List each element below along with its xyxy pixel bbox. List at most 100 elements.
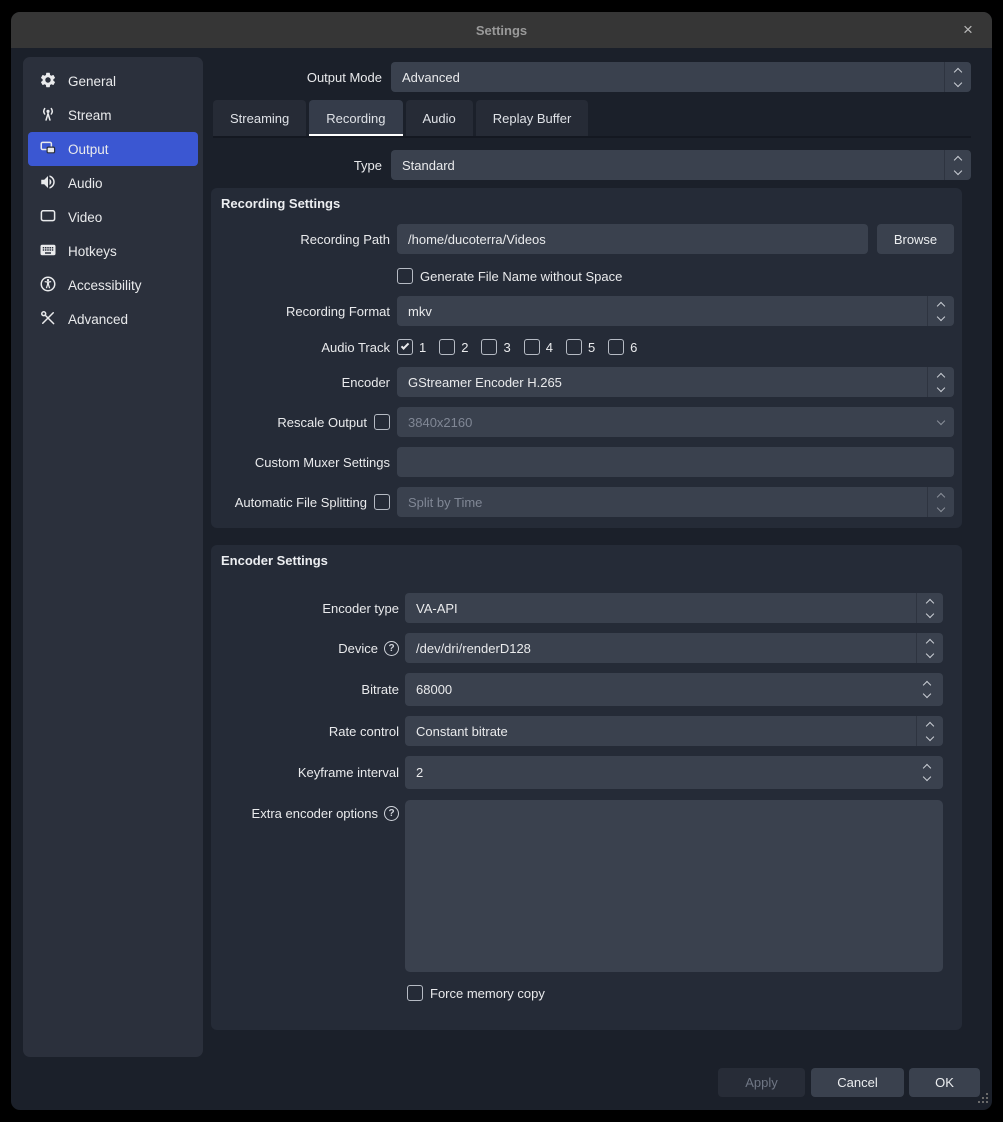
output-mode-select[interactable]: Advanced: [391, 62, 971, 92]
sidebar-item-video[interactable]: Video: [28, 200, 198, 234]
sidebar-item-output[interactable]: Output: [28, 132, 198, 166]
extra-options-textarea[interactable]: [405, 800, 943, 972]
recording-format-select[interactable]: mkv: [397, 296, 954, 326]
keyframe-interval-label: Keyframe interval: [211, 765, 399, 780]
display-icon: [39, 207, 57, 228]
split-mode-select[interactable]: Split by Time: [397, 487, 954, 517]
rescale-output-labelbox: Rescale Output: [211, 414, 390, 430]
rescale-resolution-select[interactable]: 3840x2160: [397, 407, 954, 437]
type-value: Standard: [391, 158, 455, 173]
audio-track-4-checkbox[interactable]: [524, 339, 540, 355]
rate-control-row: Rate control Constant bitrate: [211, 716, 943, 746]
spinner-arrows-icon[interactable]: [944, 62, 971, 92]
bitrate-row: Bitrate: [211, 673, 943, 706]
audio-track-1-checkbox[interactable]: [397, 339, 413, 355]
device-value: /dev/dri/renderD128: [405, 641, 531, 656]
accessibility-icon: [39, 275, 57, 296]
sidebar-item-hotkeys[interactable]: Hotkeys: [28, 234, 198, 268]
close-icon[interactable]: ×: [958, 20, 978, 40]
audio-track-3-checkbox[interactable]: [481, 339, 497, 355]
audio-track-2-checkbox[interactable]: [439, 339, 455, 355]
encoder-label: Encoder: [211, 375, 390, 390]
bitrate-spinbox[interactable]: [405, 673, 943, 706]
spinner-arrows-icon[interactable]: [916, 633, 943, 663]
chevron-down-icon[interactable]: [927, 407, 954, 437]
spinner-arrows-icon[interactable]: [927, 487, 954, 517]
keyframe-interval-spinbox[interactable]: [405, 756, 943, 789]
auto-file-splitting-checkbox[interactable]: [374, 494, 390, 510]
ok-button[interactable]: OK: [909, 1068, 980, 1097]
device-select[interactable]: /dev/dri/renderD128: [405, 633, 943, 663]
spinner-arrows-icon[interactable]: [944, 150, 971, 180]
resize-grip[interactable]: [977, 1093, 989, 1105]
keyboard-icon: [39, 241, 57, 262]
audio-track-2: 2: [439, 339, 468, 355]
recording-settings-group: Recording Settings Recording Path Browse…: [211, 188, 962, 528]
auto-file-splitting-row: Automatic File Splitting Split by Time: [211, 487, 954, 517]
screen-share-icon: [39, 139, 57, 160]
tab-audio[interactable]: Audio: [406, 100, 473, 136]
encoder-type-select[interactable]: VA-API: [405, 593, 943, 623]
extra-options-labelbox: Extra encoder options ?: [211, 806, 399, 821]
generate-filename-checkbox-row: Generate File Name without Space: [397, 268, 622, 284]
spinner-arrows-icon[interactable]: [916, 593, 943, 623]
audio-track-6-checkbox[interactable]: [608, 339, 624, 355]
encoder-settings-group: Encoder Settings Encoder type VA-API Dev…: [211, 545, 962, 1030]
settings-window: Settings × General Stream Output Audio V…: [11, 12, 992, 1110]
sidebar-item-audio[interactable]: Audio: [28, 166, 198, 200]
apply-button[interactable]: Apply: [718, 1068, 805, 1097]
settings-sidebar: General Stream Output Audio Video Hotkey…: [23, 57, 203, 1057]
recording-path-label: Recording Path: [211, 232, 390, 247]
generate-filename-label: Generate File Name without Space: [420, 269, 622, 284]
encoder-type-row: Encoder type VA-API: [211, 593, 943, 623]
sidebar-item-advanced[interactable]: Advanced: [28, 302, 198, 336]
track-number: 6: [630, 340, 637, 355]
tools-icon: [39, 309, 57, 330]
help-icon[interactable]: ?: [384, 806, 399, 821]
encoder-select[interactable]: GStreamer Encoder H.265: [397, 367, 954, 397]
recording-format-value: mkv: [397, 304, 432, 319]
tab-streaming[interactable]: Streaming: [213, 100, 306, 136]
gear-icon: [39, 71, 57, 92]
audio-track-label: Audio Track: [211, 340, 390, 355]
auto-file-splitting-labelbox: Automatic File Splitting: [211, 494, 390, 510]
force-memory-copy-checkbox[interactable]: [407, 985, 423, 1001]
rescale-output-checkbox[interactable]: [374, 414, 390, 430]
recording-format-row: Recording Format mkv: [211, 296, 954, 326]
group-title: Encoder Settings: [221, 553, 328, 568]
rate-control-select[interactable]: Constant bitrate: [405, 716, 943, 746]
tab-recording[interactable]: Recording: [309, 100, 402, 136]
spinner-arrows-icon[interactable]: [927, 296, 954, 326]
tab-replay-buffer[interactable]: Replay Buffer: [476, 100, 589, 136]
track-number: 4: [546, 340, 553, 355]
track-number: 2: [461, 340, 468, 355]
cancel-button[interactable]: Cancel: [811, 1068, 904, 1097]
track-number: 5: [588, 340, 595, 355]
tab-label: Streaming: [230, 111, 289, 126]
generate-filename-checkbox[interactable]: [397, 268, 413, 284]
sidebar-item-stream[interactable]: Stream: [28, 98, 198, 132]
encoder-type-label: Encoder type: [211, 601, 399, 616]
type-select[interactable]: Standard: [391, 150, 971, 180]
bitrate-input[interactable]: [405, 682, 943, 697]
sidebar-item-label: Hotkeys: [68, 244, 117, 259]
recording-path-field[interactable]: [397, 224, 868, 254]
custom-muxer-input[interactable]: [397, 455, 954, 470]
sidebar-item-accessibility[interactable]: Accessibility: [28, 268, 198, 302]
output-tabs: Streaming Recording Audio Replay Buffer: [213, 100, 588, 136]
audio-track-5-checkbox[interactable]: [566, 339, 582, 355]
encoder-value: GStreamer Encoder H.265: [397, 375, 562, 390]
force-memory-copy-label: Force memory copy: [430, 986, 545, 1001]
group-title: Recording Settings: [221, 196, 340, 211]
spinner-arrows-icon[interactable]: [927, 367, 954, 397]
help-icon[interactable]: ?: [384, 641, 399, 656]
output-mode-value: Advanced: [391, 70, 460, 85]
audio-track-row: Audio Track 1 2 3 4 5 6: [211, 337, 954, 357]
sidebar-item-general[interactable]: General: [28, 64, 198, 98]
encoder-type-value: VA-API: [405, 601, 458, 616]
keyframe-interval-input[interactable]: [405, 765, 943, 780]
spinner-arrows-icon[interactable]: [916, 716, 943, 746]
browse-button[interactable]: Browse: [877, 224, 954, 254]
recording-path-input[interactable]: [397, 232, 868, 247]
custom-muxer-field[interactable]: [397, 447, 954, 477]
